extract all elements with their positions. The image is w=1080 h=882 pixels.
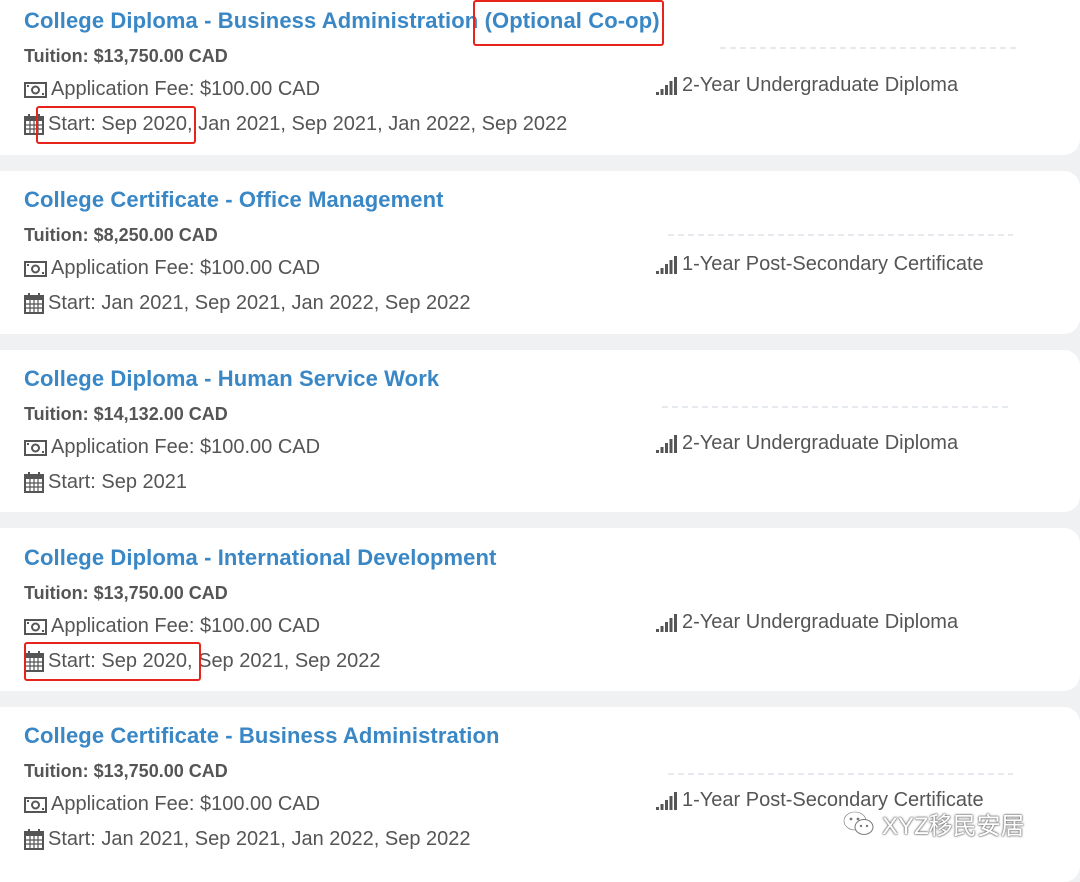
calendar-icon (24, 472, 44, 493)
start-dates-text: Start: Sep 2020, Sep 2021, Sep 2022 (48, 650, 381, 672)
money-icon (24, 81, 47, 98)
application-fee-text: Application Fee: $100.00 CAD (51, 436, 321, 458)
signal-bars-icon (656, 613, 677, 632)
start-dates: Start: Sep 2020, Jan 2021, Sep 2021, Jan… (24, 113, 567, 136)
program-level-text: 1-Year Post-Secondary Certificate (682, 253, 984, 275)
application-fee: Application Fee: $100.00 CAD (24, 615, 320, 638)
start-dates-text: Start: Sep 2021 (48, 471, 187, 493)
application-fee-text: Application Fee: $100.00 CAD (51, 793, 321, 815)
faint-divider (668, 773, 1013, 775)
program-title-link[interactable]: College Diploma - International Developm… (24, 545, 496, 571)
signal-bars-icon (656, 791, 677, 810)
tuition-text: Tuition: $13,750.00 CAD (24, 583, 228, 603)
start-dates: Start: Jan 2021, Sep 2021, Jan 2022, Sep… (24, 292, 471, 315)
application-fee: Application Fee: $100.00 CAD (24, 436, 320, 459)
start-dates: Start: Sep 2020, Sep 2021, Sep 2022 (24, 650, 380, 673)
money-icon (24, 439, 47, 456)
program-level-text: 2-Year Undergraduate Diploma (682, 432, 959, 454)
program-title-link[interactable]: College Certificate - Business Administr… (24, 723, 500, 749)
start-dates: Start: Sep 2021 (24, 471, 187, 494)
application-fee: Application Fee: $100.00 CAD (24, 78, 320, 101)
calendar-icon (24, 293, 44, 314)
program-title-link[interactable]: College Diploma - Human Service Work (24, 366, 439, 392)
program-title-text[interactable]: College Diploma - International Developm… (24, 545, 496, 570)
calendar-icon (24, 651, 44, 672)
program-title-link[interactable]: College Certificate - Office Management (24, 187, 444, 213)
signal-bars-icon (656, 76, 677, 95)
start-dates: Start: Jan 2021, Sep 2021, Jan 2022, Sep… (24, 828, 471, 851)
watermark-text: XYZ移民安居 (882, 813, 1025, 840)
tuition-text: Tuition: $14,132.00 CAD (24, 404, 228, 424)
program-title-text[interactable]: College Diploma - Human Service Work (24, 366, 439, 391)
start-dates-text: Start: Jan 2021, Sep 2021, Jan 2022, Sep… (48, 828, 471, 850)
program-level-text: 2-Year Undergraduate Diploma (682, 611, 959, 633)
start-dates-text: Start: Jan 2021, Sep 2021, Jan 2022, Sep… (48, 292, 471, 314)
program-title-link[interactable]: College Diploma - Business Administratio… (24, 8, 660, 34)
money-icon (24, 796, 47, 813)
tuition-text: Tuition: $8,250.00 CAD (24, 225, 218, 245)
program-level: 1-Year Post-Secondary Certificate (656, 253, 984, 276)
application-fee: Application Fee: $100.00 CAD (24, 257, 320, 280)
application-fee-text: Application Fee: $100.00 CAD (51, 615, 321, 637)
wechat-icon (843, 810, 874, 835)
program-card: College Diploma - International Developm… (0, 528, 1080, 691)
calendar-icon (24, 114, 44, 135)
start-dates-text: Start: Sep 2020, Jan 2021, Sep 2021, Jan… (48, 113, 568, 135)
money-icon (24, 260, 47, 277)
program-title-text[interactable]: College Certificate - Business Administr… (24, 723, 500, 748)
tuition-text: Tuition: $13,750.00 CAD (24, 46, 228, 66)
program-card: College Certificate - Office Management … (0, 171, 1080, 334)
program-level: 2-Year Undergraduate Diploma (656, 432, 958, 455)
faint-divider (668, 234, 1013, 236)
program-card: College Certificate - Business Administr… (0, 707, 1080, 882)
program-level-text: 2-Year Undergraduate Diploma (682, 74, 959, 96)
money-icon (24, 618, 47, 635)
calendar-icon (24, 829, 44, 850)
application-fee: Application Fee: $100.00 CAD (24, 793, 320, 816)
program-level: 2-Year Undergraduate Diploma (656, 74, 958, 97)
tuition-text: Tuition: $13,750.00 CAD (24, 761, 228, 781)
program-title-text[interactable]: College Diploma - Business Administratio… (24, 8, 478, 33)
program-card: College Diploma - Business Administratio… (0, 0, 1080, 155)
program-title-suffix[interactable]: (Optional Co-op) (478, 8, 660, 33)
faint-divider (662, 406, 1010, 408)
program-card: College Diploma - Human Service Work Tui… (0, 350, 1080, 512)
program-title-text[interactable]: College Certificate - Office Management (24, 187, 444, 212)
signal-bars-icon (656, 434, 677, 453)
program-level: 2-Year Undergraduate Diploma (656, 611, 958, 634)
signal-bars-icon (656, 255, 677, 274)
application-fee-text: Application Fee: $100.00 CAD (51, 257, 321, 279)
faint-divider (720, 47, 1020, 49)
watermark: XYZ移民安居 (842, 806, 1025, 841)
application-fee-text: Application Fee: $100.00 CAD (51, 78, 321, 100)
